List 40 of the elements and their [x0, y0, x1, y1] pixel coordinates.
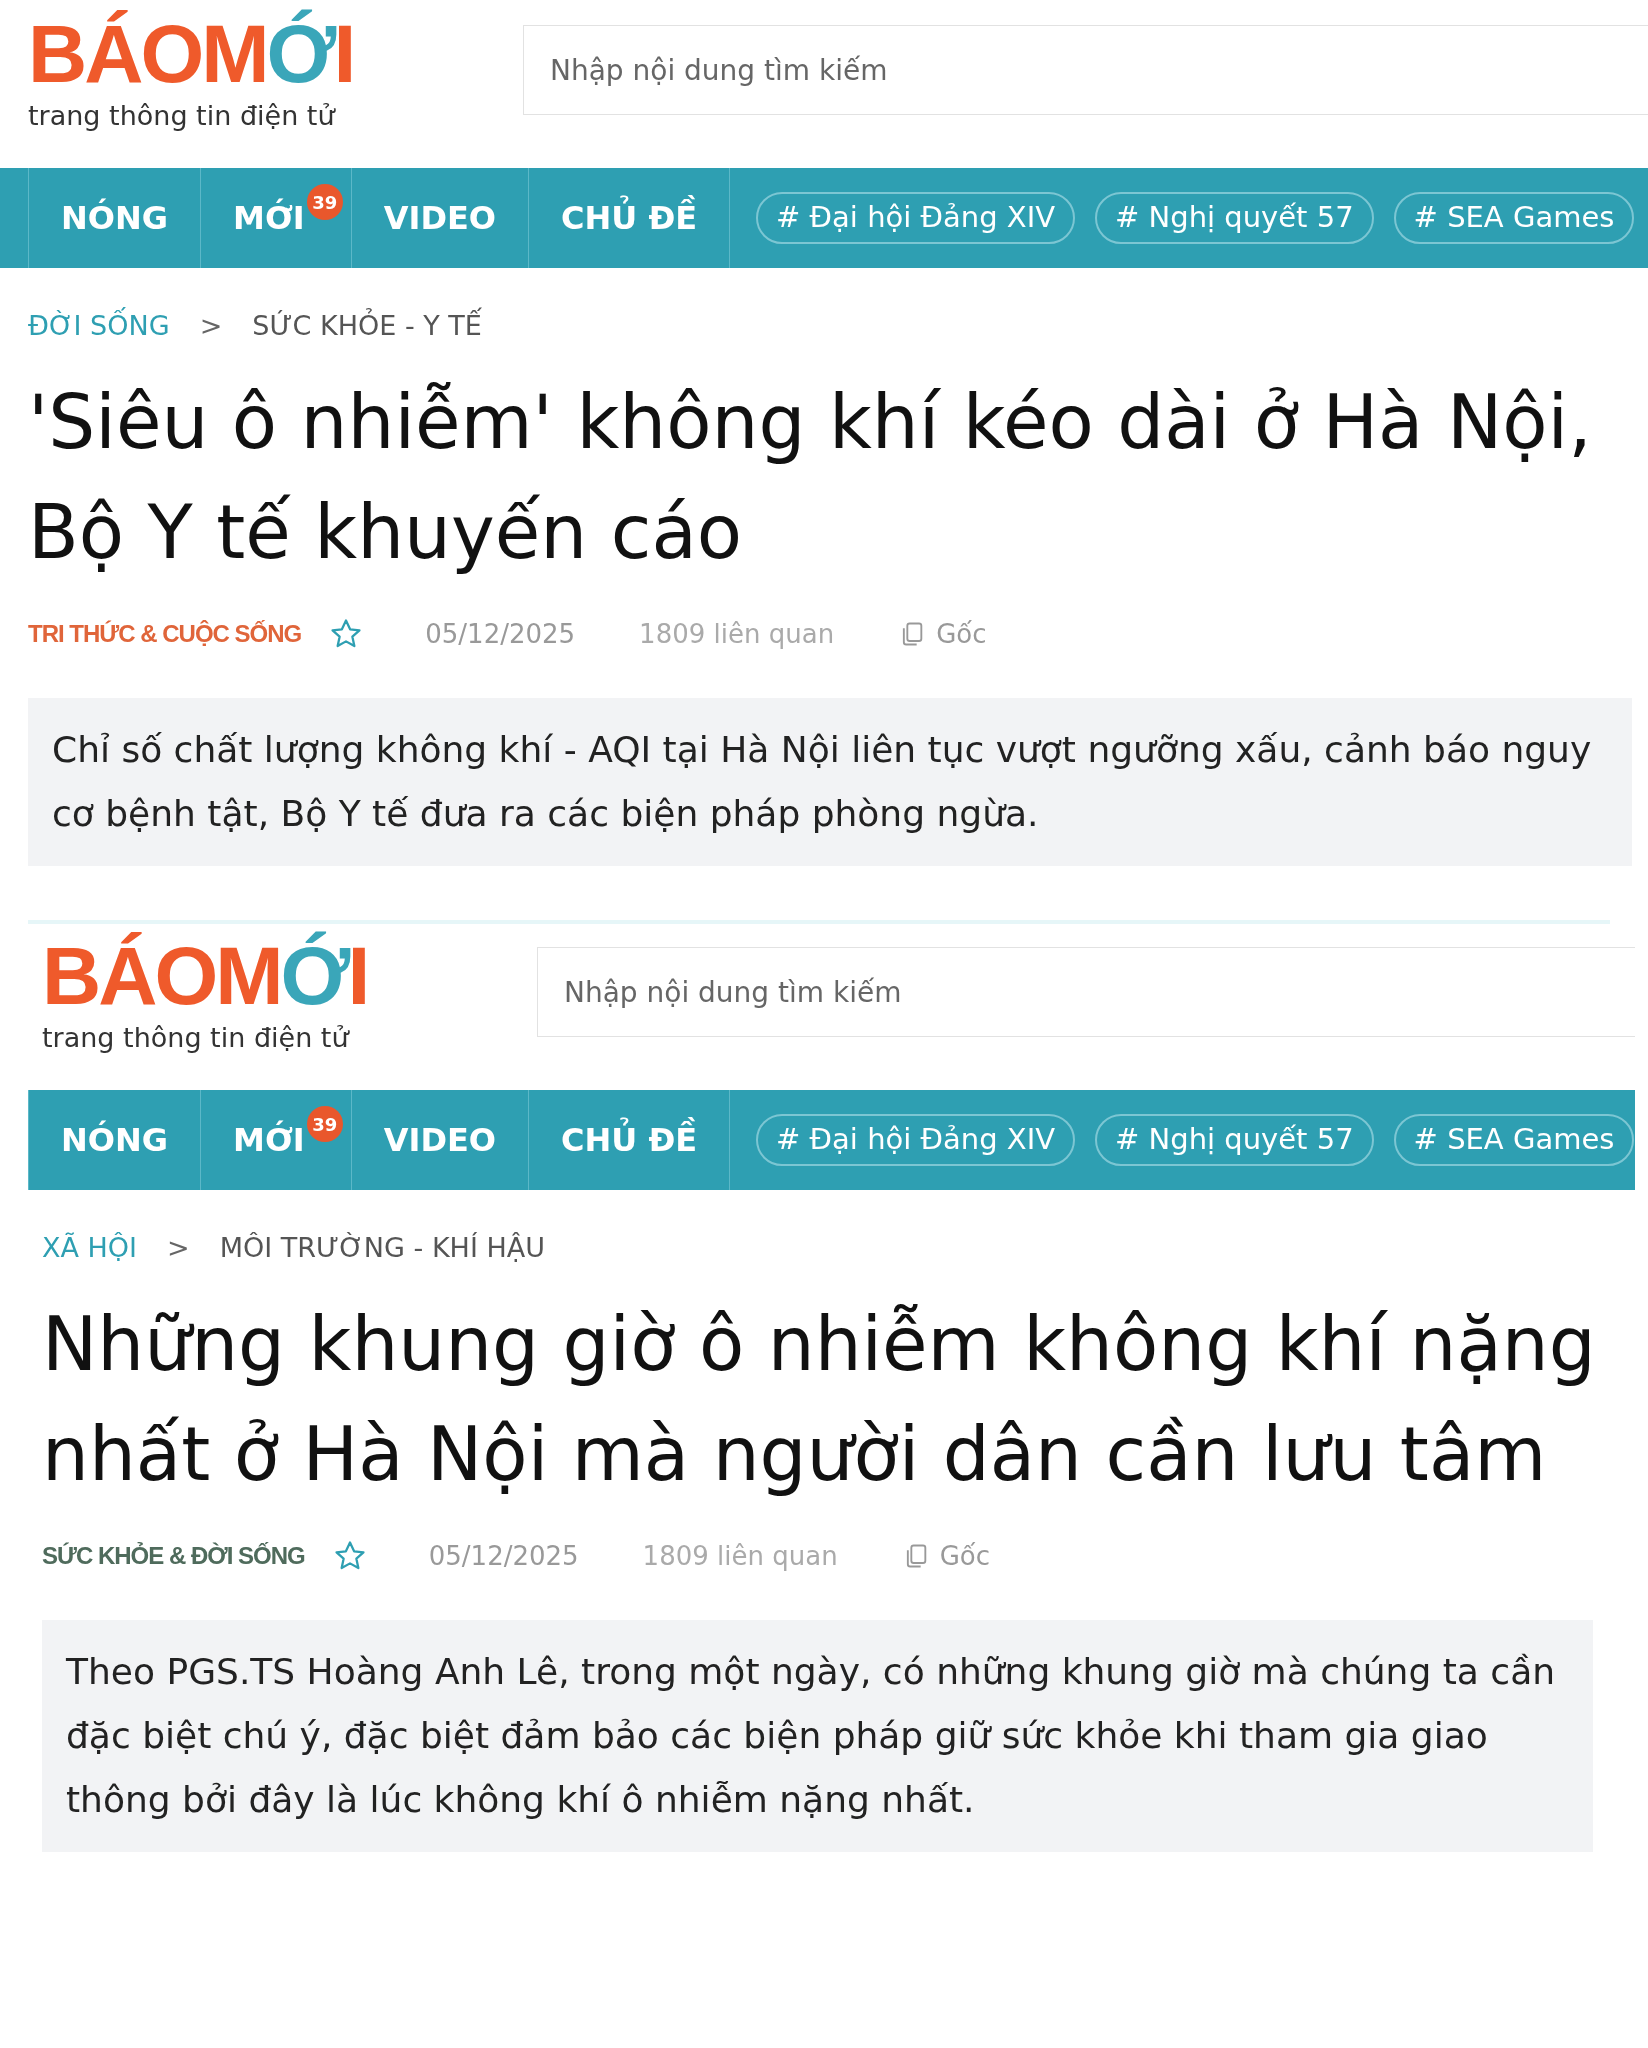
logo-tagline: trang thông tin điện tử: [42, 1022, 349, 1054]
count-badge: 39: [306, 184, 343, 220]
logo-wordmark[interactable]: BÁOMỚI: [28, 8, 354, 100]
article-summary: Chỉ số chất lượng không khí - AQI tại Hà Nội liên tục vượt ngưỡng xấu, cảnh báo nguy cơ bệnh tật, Bộ Y tế đưa ra các biện pháp phòng ngừa.: [28, 697, 1632, 866]
related-link[interactable]: 1809 liên quan: [639, 614, 835, 654]
original-link[interactable]: Gốc: [901, 1536, 990, 1576]
nav-item[interactable]: CHỦ ĐỀ: [529, 168, 731, 268]
breadcrumb-link[interactable]: SỨC KHỎE - Y TẾ: [252, 306, 482, 347]
nav-item[interactable]: MỚI 39: [201, 1090, 352, 1190]
search-field[interactable]: Nhập nội dung tìm kiếm: [537, 947, 1635, 1037]
logo-wordmark[interactable]: BÁOMỚI: [42, 930, 368, 1022]
logo-tagline: trang thông tin điện tử: [28, 100, 335, 132]
breadcrumb-link[interactable]: ĐỜI SỐNG: [28, 306, 170, 347]
topic-tag[interactable]: # Nghị quyết 57: [1095, 192, 1374, 244]
source-logo[interactable]: TRI THỨC & CUỘC SỐNG: [28, 616, 302, 652]
search-field[interactable]: Nhập nội dung tìm kiếm: [523, 25, 1648, 115]
nav-item[interactable]: MỚI 39: [201, 168, 352, 268]
topic-tag[interactable]: # Đại hội Đảng XIV: [756, 1114, 1076, 1166]
source-logo[interactable]: SỨC KHỎE & ĐỜI SỐNG: [42, 1538, 305, 1574]
nav-item[interactable]: NÓNG: [29, 168, 202, 268]
publish-date: 05/12/2025: [425, 617, 576, 651]
nav-item[interactable]: CHỦ ĐỀ: [529, 1090, 731, 1190]
topic-tag[interactable]: # Đại hội Đảng XIV: [756, 192, 1076, 244]
nav-item[interactable]: NÓNG: [29, 1090, 202, 1190]
breadcrumb-link[interactable]: MÔI TRƯỜNG - KHÍ HẬU: [219, 1228, 545, 1269]
breadcrumb-separator: >: [199, 309, 223, 343]
article-title: Những khung giờ ô nhiễm không khí nặng nhất ở Hà Nội mà người dân cần lưu tâm: [42, 1299, 1597, 1499]
article-summary: Theo PGS.TS Hoàng Anh Lê, trong một ngày, có những khung giờ mà chúng ta cần đặc biệt chú ý, đặc biệt đảm bảo các biện pháp giữ sức khỏe khi tham gia giao thông bởi đây là lúc không khí ô nhiễm nặng nhất.: [42, 1619, 1593, 1852]
publish-date: 05/12/2025: [428, 1539, 579, 1573]
topic-tag[interactable]: # SEA Games: [1393, 1114, 1635, 1166]
topic-tag[interactable]: # Nghị quyết 57: [1095, 1114, 1374, 1166]
breadcrumb-link[interactable]: XÃ HỘI: [42, 1228, 138, 1269]
nav-item[interactable]: VIDEO: [351, 1090, 530, 1190]
related-link[interactable]: 1809 liên quan: [642, 1536, 838, 1576]
topic-tag[interactable]: # SEA Games: [1393, 192, 1635, 244]
article-title: 'Siêu ô nhiễm' không khí kéo dài ở Hà Nội, Bộ Y tế khuyến cáo: [28, 377, 1593, 577]
count-badge: 39: [306, 1106, 343, 1142]
nav-item[interactable]: VIDEO: [351, 168, 530, 268]
original-link[interactable]: Gốc: [898, 614, 987, 654]
breadcrumb-separator: >: [167, 1231, 190, 1265]
